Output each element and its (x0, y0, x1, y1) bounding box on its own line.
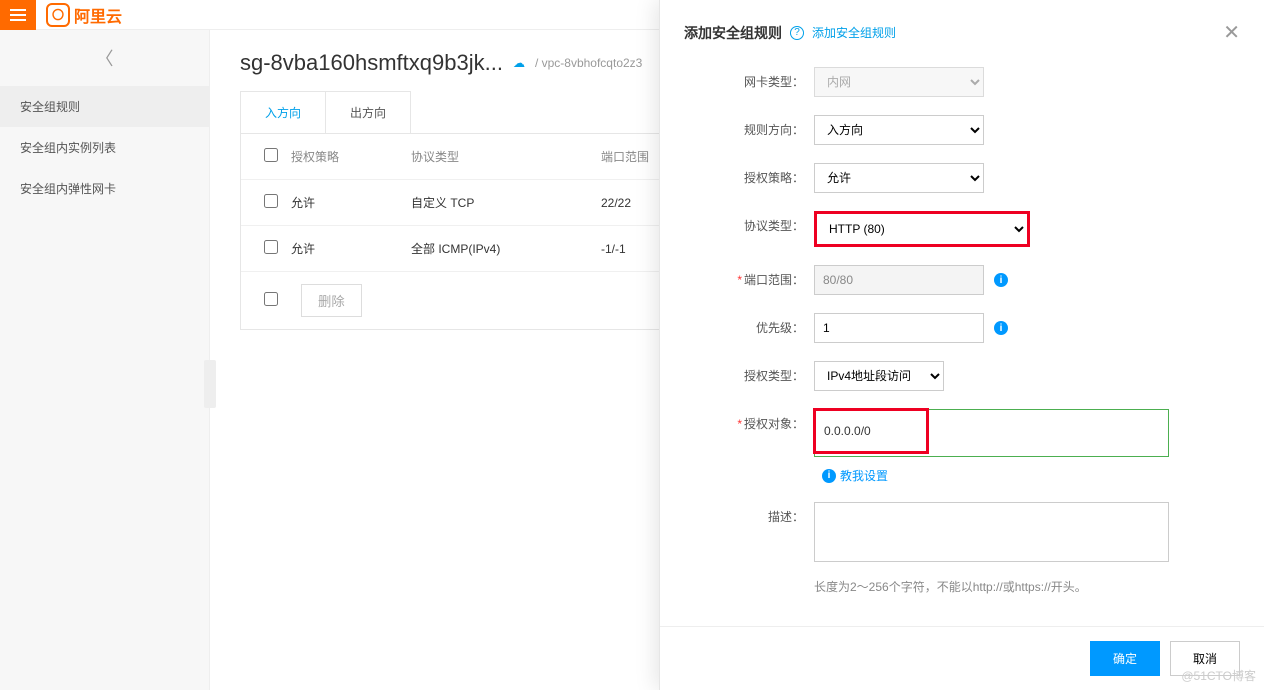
info-icon[interactable]: i (994, 321, 1008, 335)
priority-input[interactable] (814, 313, 984, 343)
label-port: *端口范围： (684, 265, 814, 295)
cell-protocol: 全部 ICMP(IPv4) (411, 240, 601, 257)
info-icon: i (822, 469, 836, 483)
modal-help-link[interactable]: 添加安全组规则 (812, 24, 896, 41)
modal-body: 网卡类型： 内网 规则方向： 入方向 授权策略： 允许 协议类型： HTTP (… (660, 57, 1264, 626)
sidebar-item-eni[interactable]: 安全组内弹性网卡 (0, 168, 209, 209)
select-all-checkbox[interactable] (264, 148, 278, 162)
logo-icon: 〇 (46, 3, 70, 27)
description-textarea[interactable] (814, 502, 1169, 562)
auth-object-highlight: 0.0.0.0/0 (813, 408, 929, 454)
page-title: sg-8vba160hsmftxq9b3jk... (240, 50, 503, 76)
footer-checkbox[interactable] (264, 292, 278, 306)
teach-me-link[interactable]: i 教我设置 (822, 467, 888, 484)
header-protocol: 协议类型 (411, 148, 601, 165)
add-rule-modal: 添加安全组规则 ? 添加安全组规则 ✕ 网卡类型： 内网 规则方向： 入方向 授… (659, 0, 1264, 690)
hamburger-menu-button[interactable] (0, 0, 36, 30)
modal-header: 添加安全组规则 ? 添加安全组规则 ✕ (660, 0, 1264, 57)
header-policy: 授权策略 (291, 148, 411, 165)
port-range-input (814, 265, 984, 295)
label-nic-type: 网卡类型： (684, 67, 814, 97)
nic-type-select: 内网 (814, 67, 984, 97)
label-direction: 规则方向： (684, 115, 814, 145)
auth-type-select[interactable]: IPv4地址段访问 (814, 361, 944, 391)
row-checkbox[interactable] (264, 194, 278, 208)
brand-logo[interactable]: 〇 阿里云 (46, 3, 122, 27)
label-protocol: 协议类型： (684, 211, 814, 241)
sidebar-collapse-handle[interactable] (204, 360, 216, 408)
info-icon[interactable]: i (994, 273, 1008, 287)
sidebar-item-rules[interactable]: 安全组规则 (0, 86, 209, 127)
tab-outbound[interactable]: 出方向 (326, 92, 410, 133)
label-auth-obj: *授权对象： (684, 409, 814, 439)
ok-button[interactable]: 确定 (1090, 641, 1160, 676)
help-icon[interactable]: ? (790, 26, 804, 40)
auth-object-value: 0.0.0.0/0 (824, 424, 871, 438)
row-checkbox[interactable] (264, 240, 278, 254)
breadcrumb-sub: / vpc-8vbhofcqto2z3 (535, 56, 642, 70)
close-icon[interactable]: ✕ (1223, 20, 1240, 45)
sidebar: 〈 安全组规则 安全组内实例列表 安全组内弹性网卡 (0, 30, 210, 690)
sidebar-back-button[interactable]: 〈 (0, 30, 209, 86)
label-policy: 授权策略： (684, 163, 814, 193)
cloud-icon: ☁ (513, 56, 525, 70)
direction-select[interactable]: 入方向 (814, 115, 984, 145)
sidebar-item-instances[interactable]: 安全组内实例列表 (0, 127, 209, 168)
cell-policy: 允许 (291, 240, 411, 257)
label-auth-type: 授权类型： (684, 361, 814, 391)
cell-policy: 允许 (291, 194, 411, 211)
policy-select[interactable]: 允许 (814, 163, 984, 193)
hamburger-icon (10, 9, 26, 21)
delete-button[interactable]: 删除 (301, 284, 362, 317)
brand-text: 阿里云 (74, 3, 122, 27)
protocol-select[interactable]: HTTP (80) (817, 214, 1027, 244)
description-hint: 长度为2～256个字符，不能以http://或https://开头。 (814, 578, 1087, 595)
tab-inbound[interactable]: 入方向 (241, 92, 326, 133)
modal-title: 添加安全组规则 (684, 23, 782, 43)
watermark: @51CTO博客 (1181, 667, 1256, 684)
label-description: 描述： (684, 502, 814, 532)
modal-footer: 确定 取消 (660, 626, 1264, 690)
auth-object-field[interactable]: 0.0.0.0/0 (814, 409, 1169, 457)
cell-protocol: 自定义 TCP (411, 194, 601, 211)
direction-tabs: 入方向 出方向 (240, 91, 411, 133)
label-priority: 优先级： (684, 313, 814, 343)
protocol-highlight: HTTP (80) (814, 211, 1030, 247)
